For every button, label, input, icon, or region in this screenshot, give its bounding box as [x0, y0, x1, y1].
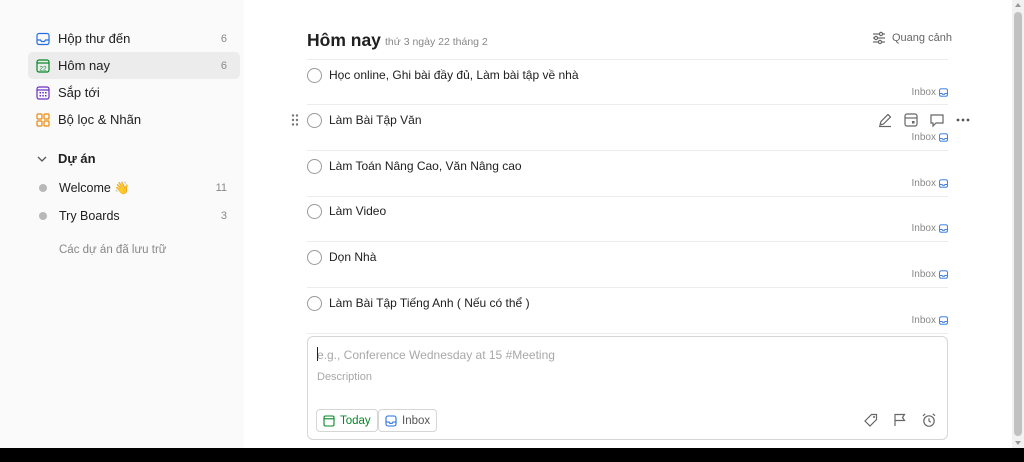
sidebar-item-upcoming[interactable]: Sắp tới: [28, 79, 240, 106]
drag-handle-icon[interactable]: [290, 113, 300, 132]
project-count: 3: [220, 210, 227, 222]
task-content[interactable]: Làm Bài Tập Tiếng Anh ( Nếu có thể ): [329, 296, 530, 310]
view-options-button[interactable]: Quang cảnh: [872, 31, 952, 45]
task-project-label: Inbox: [911, 87, 936, 98]
task-project-label: Inbox: [911, 315, 936, 326]
projects-section-label: Dự án: [58, 151, 96, 166]
task-description-input[interactable]: Description: [317, 371, 372, 383]
calendar-upcoming-icon: [36, 85, 50, 100]
task-row[interactable]: Học online, Ghi bài đầy đủ, Làm bài tập …: [307, 59, 948, 105]
task-row[interactable]: Làm Video Inbox: [307, 196, 948, 242]
scroll-down-arrow[interactable]: [1015, 441, 1021, 445]
sidebar: Hộp thư đến 6 22 Hôm nay 6 Sắp tới Bộ lọ…: [0, 0, 244, 448]
task-project-tag[interactable]: Inbox: [912, 269, 948, 280]
project-select-label: Inbox: [402, 414, 431, 427]
label-tag-icon[interactable]: [863, 412, 879, 428]
archived-projects-link[interactable]: Các dự án đã lưu trữ: [59, 244, 166, 256]
project-item-welcome[interactable]: Welcome 👋 11: [28, 176, 240, 200]
sidebar-item-inbox[interactable]: Hộp thư đến 6: [28, 25, 240, 52]
inbox-icon: [385, 414, 397, 427]
schedule-icon[interactable]: [903, 112, 919, 128]
sidebar-item-label: Sắp tới: [58, 85, 100, 100]
editor-toolbar: [850, 412, 937, 428]
task-complete-checkbox[interactable]: [307, 159, 322, 174]
inbox-icon: [36, 32, 50, 46]
chevron-down-icon[interactable]: [36, 153, 48, 165]
project-color-dot: [39, 184, 47, 192]
task-project-tag[interactable]: Inbox: [912, 87, 948, 98]
task-project-tag[interactable]: Inbox: [912, 315, 948, 326]
project-select-button[interactable]: Inbox: [378, 409, 438, 432]
calendar-today-icon: 22: [36, 58, 50, 73]
more-options-icon[interactable]: [955, 112, 971, 128]
svg-text:22: 22: [39, 65, 47, 72]
project-label: Try Boards: [59, 209, 120, 223]
task-complete-checkbox[interactable]: [307, 68, 322, 83]
task-hover-actions: [877, 112, 981, 128]
task-project-label: Inbox: [911, 132, 936, 143]
add-task-editor: e.g., Conference Wednesday at 15 #Meetin…: [307, 336, 948, 440]
sidebar-item-label: Hôm nay: [58, 58, 111, 73]
task-complete-checkbox[interactable]: [307, 250, 322, 265]
project-item-try-boards[interactable]: Try Boards 3: [28, 204, 240, 228]
sidebar-item-label: Hộp thư đến: [58, 31, 131, 46]
task-project-tag[interactable]: Inbox: [912, 132, 948, 143]
calendar-icon: [323, 414, 335, 427]
task-content[interactable]: Dọn Nhà: [329, 250, 376, 264]
task-project-label: Inbox: [911, 269, 936, 280]
task-row[interactable]: Làm Toán Nâng Cao, Văn Nâng cao Inbox: [307, 151, 948, 197]
comment-icon[interactable]: [929, 112, 945, 128]
project-count: 11: [215, 182, 227, 194]
priority-flag-icon[interactable]: [892, 412, 908, 428]
due-date-button[interactable]: Today: [316, 409, 378, 432]
task-project-tag[interactable]: Inbox: [912, 178, 948, 189]
task-row[interactable]: Làm Bài Tập Văn Inbox: [307, 105, 948, 151]
inbox-icon: [939, 179, 948, 188]
sidebar-item-count: 6: [220, 59, 227, 72]
task-complete-checkbox[interactable]: [307, 113, 322, 128]
inbox-icon: [939, 316, 948, 325]
page-date: thứ 3 ngày 22 tháng 2: [385, 36, 488, 48]
inbox-icon: [939, 88, 948, 97]
sidebar-item-count: 6: [220, 32, 227, 45]
task-content[interactable]: Học online, Ghi bài đầy đủ, Làm bài tập …: [329, 68, 579, 82]
task-name-input[interactable]: e.g., Conference Wednesday at 15 #Meetin…: [317, 348, 555, 362]
task-project-label: Inbox: [911, 178, 936, 189]
text-caret: [317, 347, 318, 361]
view-options-label: Quang cảnh: [892, 32, 952, 44]
sliders-icon: [873, 31, 885, 45]
task-project-tag[interactable]: Inbox: [912, 223, 948, 234]
vertical-scrollbar[interactable]: [1012, 0, 1024, 448]
task-row[interactable]: Dọn Nhà Inbox: [307, 242, 948, 288]
filters-labels-icon: [36, 112, 50, 127]
task-content[interactable]: Làm Bài Tập Văn: [329, 113, 422, 127]
task-row[interactable]: Làm Bài Tập Tiếng Anh ( Nếu có thể ) Inb…: [307, 288, 948, 334]
inbox-icon: [939, 133, 948, 142]
edit-icon[interactable]: [877, 112, 893, 128]
task-content[interactable]: Làm Toán Nâng Cao, Văn Nâng cao: [329, 159, 522, 173]
reminder-alarm-icon[interactable]: [921, 412, 937, 428]
page-title: Hôm nay: [307, 30, 381, 50]
projects-section-header[interactable]: Dự án: [36, 151, 96, 166]
task-project-label: Inbox: [911, 223, 936, 234]
task-content[interactable]: Làm Video: [329, 204, 386, 218]
bottom-bar: [0, 448, 1024, 462]
sidebar-item-filters-labels[interactable]: Bộ lọc & Nhãn: [28, 106, 240, 133]
task-complete-checkbox[interactable]: [307, 296, 322, 311]
project-color-dot: [39, 212, 47, 220]
sidebar-item-label: Bộ lọc & Nhãn: [58, 112, 142, 127]
inbox-icon: [939, 224, 948, 233]
inbox-icon: [939, 270, 948, 279]
project-label: Welcome 👋: [59, 180, 130, 195]
due-date-label: Today: [340, 414, 371, 427]
scrollbar-thumb[interactable]: [1014, 12, 1022, 436]
sidebar-item-today[interactable]: 22 Hôm nay 6: [28, 52, 240, 79]
task-complete-checkbox[interactable]: [307, 204, 322, 219]
scroll-up-arrow[interactable]: [1015, 3, 1021, 7]
